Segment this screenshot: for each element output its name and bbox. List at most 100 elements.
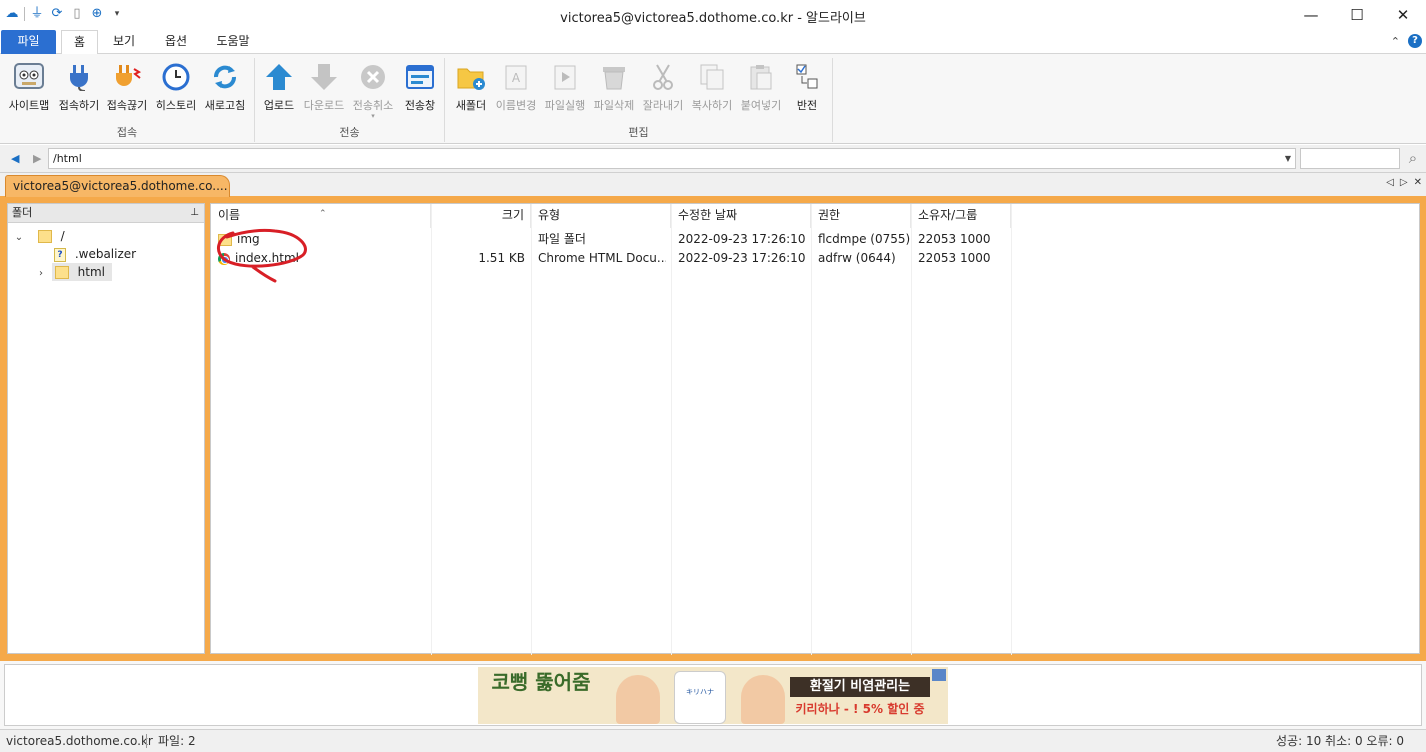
ad-banner[interactable]: 코뻥 뚫어줌 キリハナ 환절기 비염관리는 키리하나 - ! 5% 할인 중 xyxy=(478,667,948,724)
refresh-button[interactable]: 새로고침 xyxy=(202,62,248,113)
paste-label: 붙여넣기 xyxy=(740,99,782,112)
collapse-chevron-icon[interactable]: › xyxy=(34,265,48,283)
run-file-label: 파일실행 xyxy=(544,99,586,112)
file-modified: 2022-09-23 17:26:10 xyxy=(678,232,806,246)
connect-button[interactable]: 접속하기 xyxy=(56,62,102,113)
ribbon-tabs: 파일 홈 보기 옵션 도움말 xyxy=(0,30,1426,55)
column-divider xyxy=(531,204,532,655)
history-label: 히스토리 xyxy=(155,99,197,112)
pin-icon[interactable]: ⊥ xyxy=(190,204,199,222)
path-dropdown-icon[interactable]: ▼ xyxy=(1285,149,1291,168)
cancel-dropdown-icon[interactable]: ▾ xyxy=(350,113,396,120)
column-divider xyxy=(431,204,432,655)
ribbon-right-controls: ⌃ ? xyxy=(1391,34,1422,48)
column-divider xyxy=(671,204,672,655)
folder-panel-header: 폴더 ⊥ xyxy=(8,204,204,223)
cut-button[interactable]: 잘라내기 xyxy=(640,62,686,113)
unknown-file-icon: ? xyxy=(54,247,66,262)
column-header-name[interactable]: 이름 ⌃ xyxy=(211,204,431,228)
tree-item-webalizer[interactable]: ? .webalizer xyxy=(54,245,136,263)
sitemap-label: 사이트맵 xyxy=(8,99,50,112)
file-type: Chrome HTML Docu... xyxy=(538,251,666,265)
file-name: img xyxy=(237,232,260,246)
table-row[interactable]: img 파일 폴더 2022-09-23 17:26:10 flcdmpe (0… xyxy=(211,230,1419,249)
cut-icon xyxy=(647,62,679,92)
session-tab-strip: victorea5@victorea5.dothome.co.... ◁ ▷ ✕ xyxy=(0,173,1426,199)
sort-ascending-icon: ⌃ xyxy=(319,209,327,219)
sitemap-button[interactable]: 사이트맵 xyxy=(6,62,52,113)
table-row[interactable]: index.html 1.51 KB Chrome HTML Docu... 2… xyxy=(211,249,1419,268)
column-header-size[interactable]: 크기 xyxy=(431,204,531,228)
file-permission: flcdmpe (0755) xyxy=(818,232,910,246)
file-type: 파일 폴더 xyxy=(538,232,586,246)
copy-button[interactable]: 복사하기 xyxy=(689,62,735,113)
ad-boy-illustration xyxy=(616,675,660,724)
search-icon[interactable]: ⌕ xyxy=(1402,149,1424,169)
column-header-type[interactable]: 유형 xyxy=(531,204,671,228)
ribbon-group-edit: 새폴더 A 이름변경 파일실행 파일삭제 잘라내기 복사하기 붙여넣기 반전 편… xyxy=(445,58,833,142)
rename-button[interactable]: A 이름변경 xyxy=(493,62,539,113)
file-size: 1.51 KB xyxy=(478,251,525,265)
search-input[interactable] xyxy=(1300,148,1400,169)
column-header-owner[interactable]: 소유자/그룹 xyxy=(911,204,1011,228)
file-permission: adfrw (0644) xyxy=(818,251,896,265)
folder-icon xyxy=(37,230,52,243)
file-name-cell: img xyxy=(218,230,428,249)
cancel-transfer-button[interactable]: 전송취소 ▾ xyxy=(350,62,396,120)
transfer-window-icon xyxy=(404,62,436,92)
chrome-icon xyxy=(218,252,230,265)
upload-label: 업로드 xyxy=(263,99,295,112)
status-file-count: 파일: 2 xyxy=(158,734,196,748)
session-tab[interactable]: victorea5@victorea5.dothome.co.... xyxy=(5,175,230,197)
connect-label: 접속하기 xyxy=(58,99,100,112)
delete-file-button[interactable]: 파일삭제 xyxy=(591,62,637,113)
tab-options[interactable]: 옵션 xyxy=(156,30,196,54)
minimize-button[interactable]: — xyxy=(1288,0,1334,30)
ad-info-icon[interactable] xyxy=(932,669,946,681)
upload-button[interactable]: 업로드 xyxy=(259,62,299,113)
transfer-window-label: 전송창 xyxy=(404,99,436,112)
maximize-button[interactable]: ☐ xyxy=(1334,0,1380,30)
tree-item-html[interactable]: › html xyxy=(34,263,112,281)
file-owner: 22053 1000 xyxy=(918,232,991,246)
tab-home[interactable]: 홈 xyxy=(61,30,98,55)
tab-next-icon[interactable]: ▷ xyxy=(1400,177,1408,188)
expand-chevron-icon[interactable]: ⌄ xyxy=(12,229,26,247)
tab-file[interactable]: 파일 xyxy=(1,30,56,54)
new-folder-label: 새폴더 xyxy=(455,99,487,112)
cut-label: 잘라내기 xyxy=(642,99,684,112)
forward-arrow-icon[interactable]: ▶ xyxy=(33,152,41,165)
column-header-modified[interactable]: 수정한 날짜 xyxy=(671,204,811,228)
group-label-connect: 접속 xyxy=(116,126,138,139)
copy-label: 복사하기 xyxy=(691,99,733,112)
paste-button[interactable]: 붙여넣기 xyxy=(738,62,784,113)
tab-close-icon[interactable]: ✕ xyxy=(1414,177,1422,188)
invert-selection-label: 반전 xyxy=(796,99,818,112)
ad-bottle-text: キリハナ xyxy=(686,688,714,696)
disconnect-button[interactable]: 접속끊기 xyxy=(104,62,150,113)
invert-selection-button[interactable]: 반전 xyxy=(787,62,827,113)
tree-item-root[interactable]: ⌄ / xyxy=(12,227,65,245)
back-arrow-icon[interactable]: ◀ xyxy=(11,152,19,165)
ad-headline: 환절기 비염관리는 xyxy=(790,677,930,697)
collapse-ribbon-icon[interactable]: ⌃ xyxy=(1391,35,1400,48)
column-header-permission[interactable]: 권한 xyxy=(811,204,911,228)
group-label-edit: 편집 xyxy=(628,126,649,139)
tab-help[interactable]: 도움말 xyxy=(208,30,258,54)
new-folder-button[interactable]: 새폴더 xyxy=(451,62,491,113)
upload-arrow-icon xyxy=(263,62,295,92)
tab-prev-icon[interactable]: ◁ xyxy=(1386,177,1394,188)
tab-view[interactable]: 보기 xyxy=(104,30,144,54)
history-button[interactable]: 히스토리 xyxy=(153,62,199,113)
run-file-button[interactable]: 파일실행 xyxy=(542,62,588,113)
path-input[interactable]: /html ▼ xyxy=(48,148,1296,169)
rename-label: 이름변경 xyxy=(495,99,537,112)
ad-girl-illustration xyxy=(741,675,785,724)
help-icon[interactable]: ? xyxy=(1408,34,1422,48)
download-button[interactable]: 다운로드 xyxy=(301,62,347,113)
close-button[interactable]: ✕ xyxy=(1380,0,1426,30)
tree-item-label: html xyxy=(77,265,105,279)
transfer-window-button[interactable]: 전송창 xyxy=(399,62,441,113)
main-area: 폴더 ⊥ ⌄ / ? .webalizer › html 이름 ⌃ 크기 유형 … xyxy=(0,199,1426,661)
address-bar: ◀ ▶ /html ▼ ⌕ xyxy=(0,145,1426,173)
